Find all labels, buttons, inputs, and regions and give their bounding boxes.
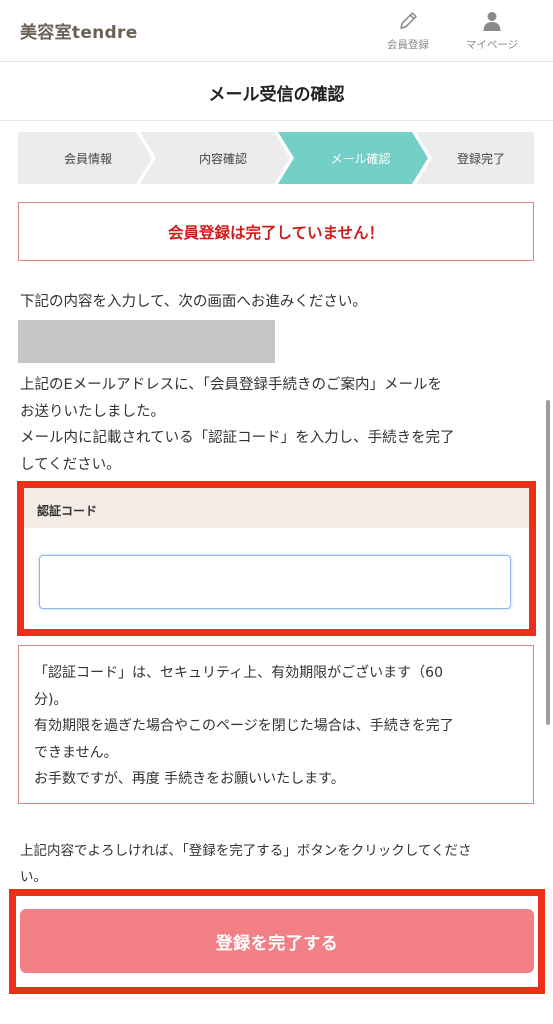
step-confirm-content: 内容確認 <box>198 152 247 166</box>
notice-line: 有効期限を過ぎた場合やこのページを閉じた場合は、手続きを完了 <box>34 718 454 734</box>
site-header: 美容室tendre 会員登録 マイページ <box>0 0 553 62</box>
confirm-instruction: 上記内容でよろしければ、「登録を完了する」ボタンをクリックしてくださ い。 <box>20 838 525 890</box>
step-email-confirm: メール確認 <box>330 152 391 166</box>
email-address-redacted <box>18 320 275 363</box>
step-member-info: 会員情報 <box>63 152 112 166</box>
notice-line: できません。 <box>34 744 118 761</box>
register-nav-label: 会員登録 <box>387 39 429 51</box>
expiry-notice-text: 「認証コード」は、セキュリティ上、有効期限がございます（60 分)。 有効期限を… <box>34 660 524 793</box>
notice-line: お手数ですが、再度 手続きをお願いいたします。 <box>34 771 345 787</box>
description-line: 上記のEメールアドレスに、「会員登録手続きのご案内」メールを <box>20 377 442 393</box>
page-title-bar: メール受信の確認 <box>0 63 553 121</box>
site-logo[interactable]: 美容室tendre <box>20 18 138 43</box>
user-icon <box>483 12 501 31</box>
notice-line: 「認証コード」は、セキュリティ上、有効期限がございます（60 <box>34 665 443 681</box>
verification-code-header: 認証コード <box>24 488 529 528</box>
description-text: 上記のEメールアドレスに、「会員登録手続きのご案内」メールを お送りいたしました… <box>20 372 535 478</box>
submit-section: 登録を完了する <box>9 889 545 994</box>
pencil-icon <box>400 12 417 29</box>
confirm-line: 上記内容でよろしければ、「登録を完了する」ボタンをクリックしてくださ <box>20 843 472 859</box>
verification-code-section: 認証コード <box>17 481 536 636</box>
page-title: メール受信の確認 <box>208 85 345 105</box>
mypage-nav-button[interactable]: マイページ <box>457 10 527 56</box>
expiry-notice-box: 「認証コード」は、セキュリティ上、有効期限がございます（60 分)。 有効期限を… <box>18 645 534 804</box>
confirm-line: い。 <box>20 869 47 885</box>
warning-message: 会員登録は完了していません！ <box>167 224 385 242</box>
warning-box: 会員登録は完了していません！ <box>18 202 534 261</box>
notice-line: 分)。 <box>34 691 68 708</box>
complete-registration-button[interactable]: 登録を完了する <box>20 909 534 973</box>
verification-code-input[interactable] <box>39 555 511 609</box>
intro-text: 下記の内容を入力して、次の画面へお進みください。 <box>20 294 367 310</box>
register-nav-button[interactable]: 会員登録 <box>373 10 443 56</box>
verification-code-label: 認証コード <box>37 504 98 518</box>
description-line: してください。 <box>20 456 121 473</box>
description-line: メール内に記載されている「認証コード」を入力し、手続きを完了 <box>20 430 455 446</box>
step-progress: 会員情報 内容確認 メール確認 登録完了 <box>18 132 534 184</box>
mypage-nav-label: マイページ <box>465 39 519 51</box>
step-registration-complete: 登録完了 <box>456 152 505 166</box>
description-line: お送りいたしました。 <box>20 403 165 420</box>
scrollbar[interactable] <box>546 400 550 725</box>
